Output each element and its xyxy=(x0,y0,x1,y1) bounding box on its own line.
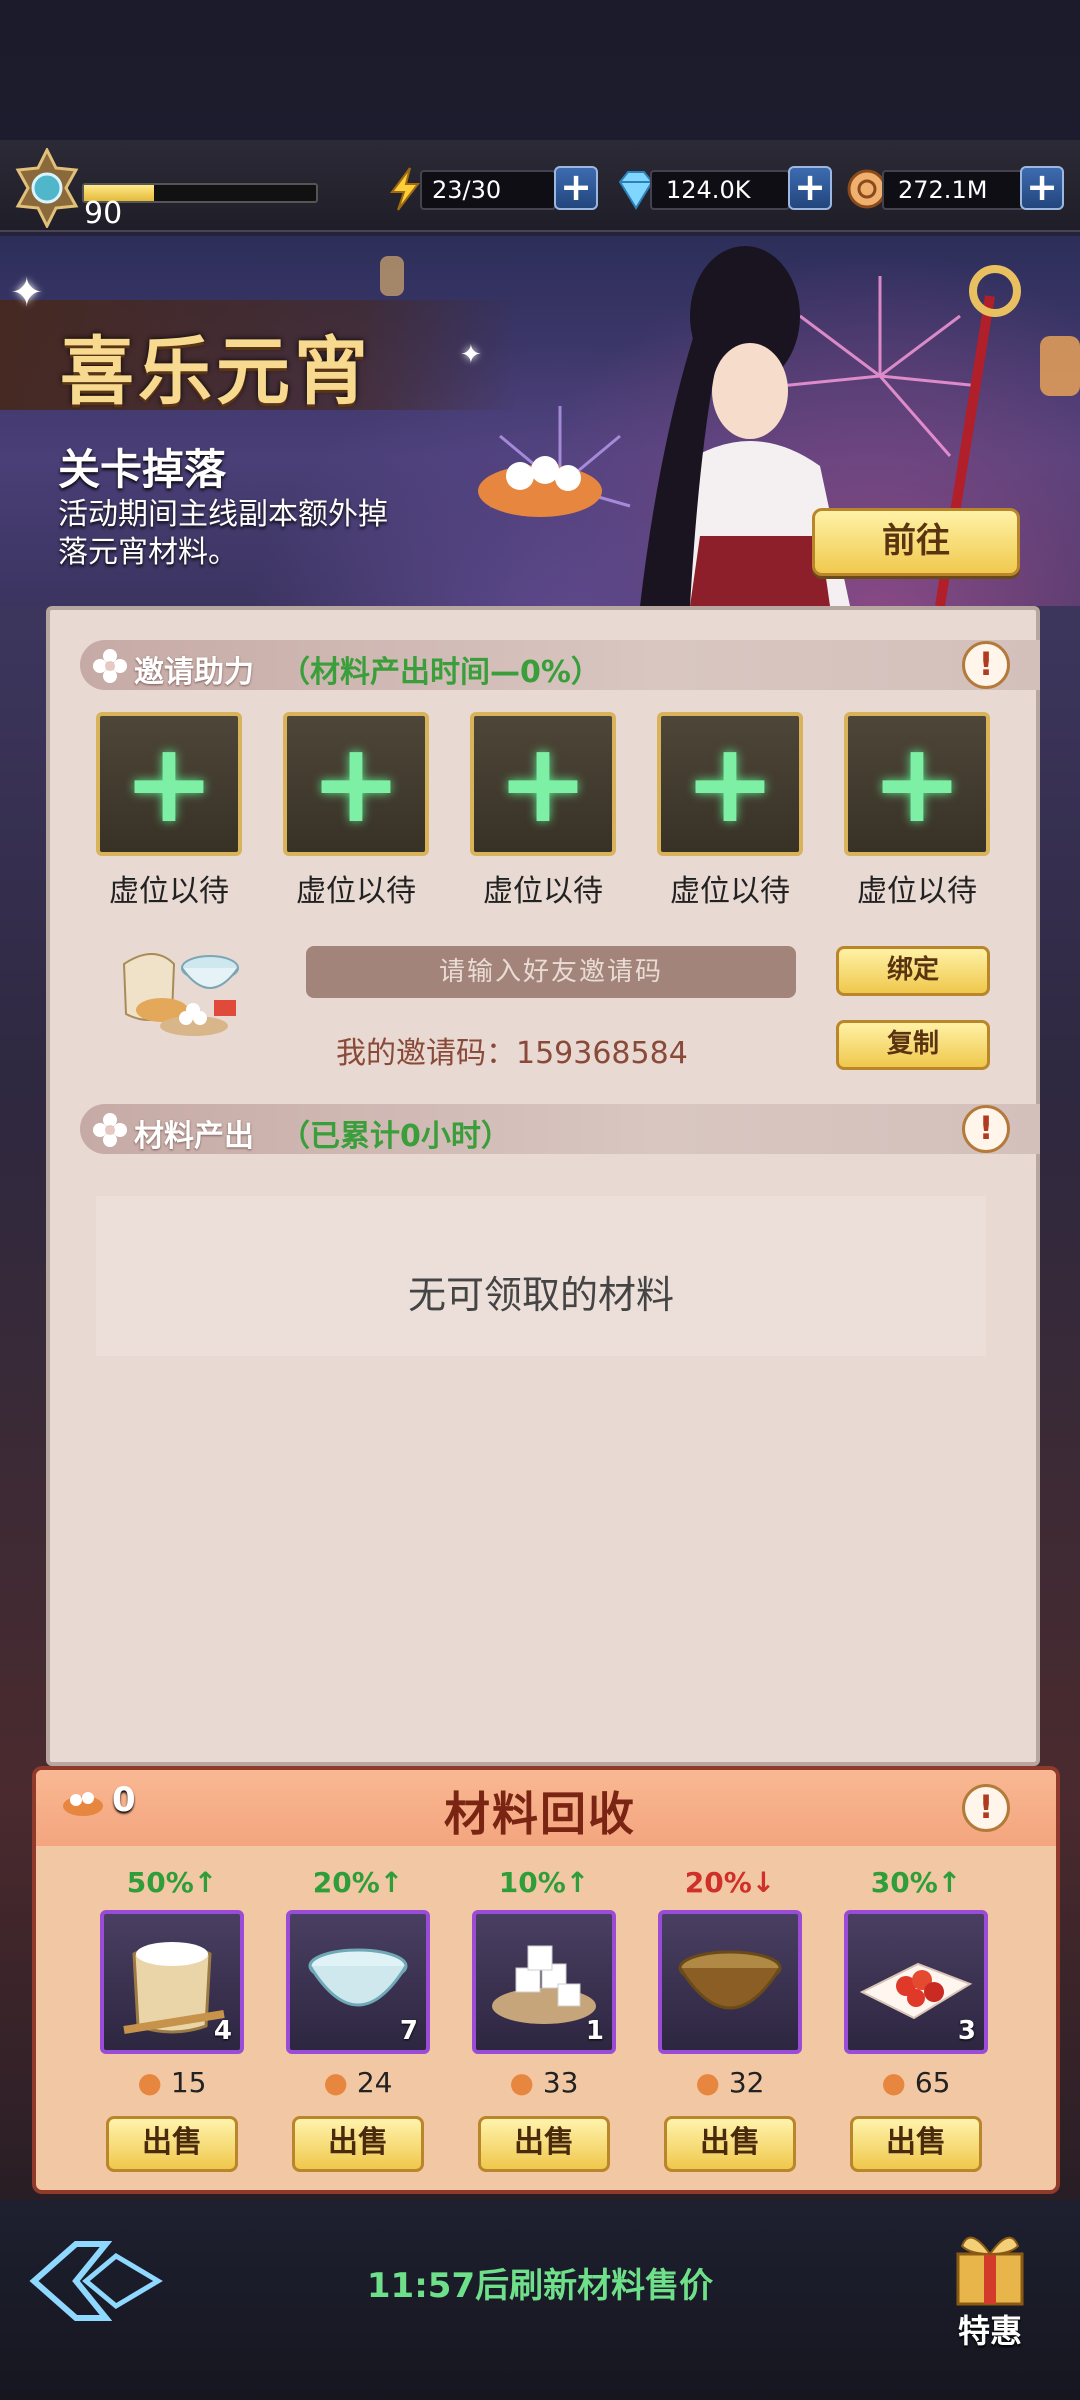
add-friend-icon: + xyxy=(870,719,964,847)
paste-bowl-icon xyxy=(678,1950,782,2010)
invite-slot[interactable]: + xyxy=(470,712,616,856)
item-price-value: 32 xyxy=(728,2066,765,2099)
invite-info-button[interactable]: ! xyxy=(962,641,1010,689)
invite-slot[interactable]: + xyxy=(657,712,803,856)
diamond-value: 124.0K xyxy=(650,170,790,210)
output-section-note: （已累计0小时） xyxy=(280,1119,511,1154)
ingredients-icon xyxy=(122,953,239,1036)
special-offer-label[interactable]: 特惠 xyxy=(940,2306,1040,2352)
add-friend-icon: + xyxy=(683,719,777,847)
item-price: ● 24 xyxy=(278,2066,438,2099)
stage-drop-title: 关卡掉落 xyxy=(58,445,227,494)
item-price-value: 24 xyxy=(356,2066,393,2099)
tangyuan-coin-icon: ● xyxy=(509,2066,534,2099)
tangyuan-coin-icon: ● xyxy=(881,2066,906,2099)
recycle-info-button[interactable]: ! xyxy=(962,1784,1010,1832)
flower-icon xyxy=(93,649,127,683)
invite-slot-label: 虚位以待 xyxy=(857,874,977,909)
recycle-title: 材料回收 xyxy=(444,1787,636,1841)
sell-button[interactable]: 出售 xyxy=(478,2116,610,2172)
tangyuan-coin-icon: ● xyxy=(695,2066,720,2099)
item-quantity: 4 xyxy=(213,2016,232,2046)
invite-section-title: 邀请助力 xyxy=(134,655,254,690)
add-diamond-button[interactable]: + xyxy=(788,166,832,210)
level-emblem-icon[interactable] xyxy=(10,148,84,228)
material-bowl-paste[interactable] xyxy=(658,1910,802,2054)
item-price: ● 65 xyxy=(836,2066,996,2099)
coin-value: 272.1M xyxy=(882,170,1024,210)
tangyuan-coin-icon: ● xyxy=(323,2066,348,2099)
output-empty-text: 无可领取的材料 xyxy=(407,1273,674,1317)
sparkle-icon: ✦ xyxy=(10,270,44,316)
item-price-value: 65 xyxy=(914,2066,951,2099)
bind-button[interactable]: 绑定 xyxy=(836,946,990,996)
add-coin-button[interactable]: + xyxy=(1020,166,1064,210)
invite-slot-label: 虚位以待 xyxy=(670,874,790,909)
player-level: 90 xyxy=(84,196,123,231)
gift-box-icon[interactable] xyxy=(940,2220,1040,2310)
go-button[interactable]: 前往 xyxy=(812,508,1020,576)
event-title: 喜乐元宵 xyxy=(60,329,372,415)
material-flour[interactable]: 4 xyxy=(100,1910,244,2054)
invite-section-note: （材料产出时间—0%） xyxy=(280,655,601,690)
material-water-bowl[interactable]: 7 xyxy=(286,1910,430,2054)
output-section-title: 材料产出 xyxy=(134,1119,254,1154)
tangyuan-coin-icon: ● xyxy=(137,2066,162,2099)
item-quantity: 3 xyxy=(957,2016,976,2046)
price-change-label: 20%↓ xyxy=(684,1866,776,1899)
sparkle-icon: ✦ xyxy=(460,340,482,370)
item-price: ● 32 xyxy=(650,2066,810,2099)
price-change-label: 10%↑ xyxy=(498,1866,590,1899)
energy-value: 23/30 xyxy=(420,170,556,210)
copy-button[interactable]: 复制 xyxy=(836,1020,990,1070)
price-change-label: 30%↑ xyxy=(870,1866,962,1899)
item-price-value: 33 xyxy=(542,2066,579,2099)
invite-slot-label: 虚位以待 xyxy=(296,874,416,909)
friend-code-input[interactable]: 请输入好友邀请码 xyxy=(306,946,796,998)
material-red-filling[interactable]: 3 xyxy=(844,1910,988,2054)
stage-drop-description: 活动期间主线副本额外掉落元宵材料。 xyxy=(58,497,388,570)
output-info-button[interactable]: ! xyxy=(962,1105,1010,1153)
add-friend-icon: + xyxy=(122,719,216,847)
screen: 90 23/30 + 124.0K + 272.1M + ✦ ✦ 喜乐元宵 关卡… xyxy=(0,0,1080,2400)
item-price: ● 15 xyxy=(92,2066,252,2099)
invite-slot-label: 虚位以待 xyxy=(109,874,229,909)
invite-slot[interactable]: + xyxy=(844,712,990,856)
material-sugar-cubes[interactable]: 1 xyxy=(472,1910,616,2054)
invite-slot[interactable]: + xyxy=(283,712,429,856)
add-friend-icon: + xyxy=(496,719,590,847)
my-invite-code: 我的邀请码：159368584 xyxy=(336,1036,688,1071)
price-change-label: 50%↑ xyxy=(126,1866,218,1899)
sell-button[interactable]: 出售 xyxy=(850,2116,982,2172)
item-quantity: 1 xyxy=(585,2016,604,2046)
flower-icon xyxy=(93,1113,127,1147)
item-price-value: 15 xyxy=(170,2066,207,2099)
sell-button[interactable]: 出售 xyxy=(664,2116,796,2172)
add-friend-icon: + xyxy=(309,719,403,847)
invite-slot[interactable]: + xyxy=(96,712,242,856)
add-energy-button[interactable]: + xyxy=(554,166,598,210)
price-refresh-timer: 11:57后刷新材料售价 xyxy=(366,2266,714,2306)
sell-button[interactable]: 出售 xyxy=(106,2116,238,2172)
sell-button[interactable]: 出售 xyxy=(292,2116,424,2172)
price-change-label: 20%↑ xyxy=(312,1866,404,1899)
invite-slot-label: 虚位以待 xyxy=(483,874,603,909)
item-price: ● 33 xyxy=(464,2066,624,2099)
item-quantity: 7 xyxy=(399,2016,418,2046)
